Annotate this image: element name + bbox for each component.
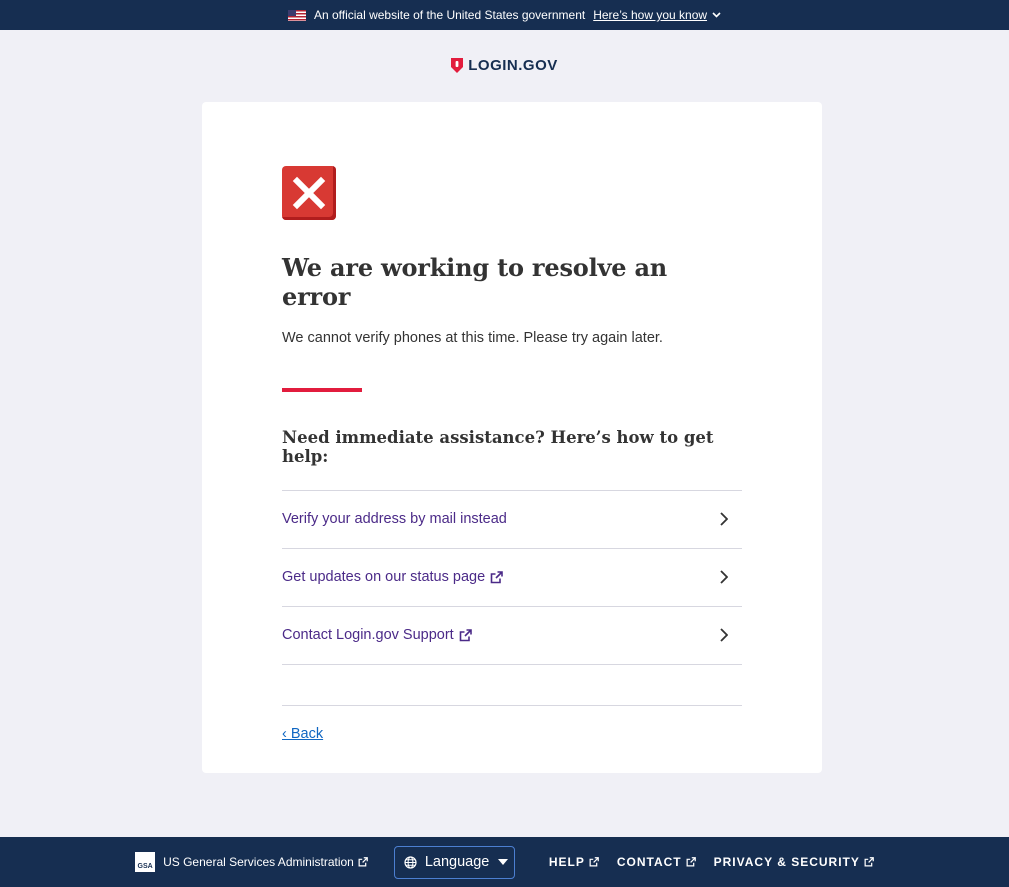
external-link-icon — [459, 628, 472, 641]
site-footer: GSA US General Services Administration L… — [0, 837, 1009, 887]
us-flag-icon — [287, 9, 306, 21]
error-x-icon — [282, 166, 336, 220]
help-item-contact-support[interactable]: Contact Login.gov Support — [282, 607, 742, 665]
chevron-right-icon — [720, 512, 728, 526]
external-link-icon — [358, 857, 368, 867]
error-message: We cannot verify phones at this time. Pl… — [282, 329, 663, 346]
login-shield-icon — [451, 58, 464, 73]
accent-divider — [282, 387, 362, 392]
external-link-icon — [864, 857, 874, 867]
help-heading: Need immediate assistance? Here’s how to… — [282, 427, 714, 466]
page-title: We are working to resolve an error — [282, 253, 668, 311]
external-link-icon — [490, 570, 503, 583]
gsa-link[interactable]: GSA US General Services Administration — [135, 852, 368, 872]
gov-banner: An official website of the United States… — [0, 0, 1009, 30]
login-gov-logo[interactable]: LOGIN.GOV — [0, 57, 1009, 74]
footer-link-contact[interactable]: CONTACT — [617, 855, 696, 869]
footer-link-help[interactable]: HELP — [549, 855, 599, 869]
external-link-icon — [686, 857, 696, 867]
language-button[interactable]: Language — [393, 845, 515, 879]
footer-link-label: PRIVACY & SECURITY — [713, 855, 860, 869]
help-item-status-page[interactable]: Get updates on our status page — [282, 549, 742, 607]
back-link[interactable]: ‹ Back — [282, 726, 323, 742]
gsa-label: US General Services Administration — [163, 855, 354, 869]
caret-down-icon — [498, 859, 509, 865]
globe-icon — [404, 855, 417, 869]
help-item-label: Verify your address by mail instead — [282, 511, 507, 528]
logo-wordmark: LOGIN.GOV — [468, 57, 558, 74]
external-link-icon — [589, 857, 599, 867]
help-item-label: Contact Login.gov Support — [282, 627, 454, 644]
section-divider — [282, 704, 742, 706]
footer-link-label: CONTACT — [616, 855, 682, 869]
chevron-down-icon — [712, 12, 721, 18]
official-site-text: An official website of the United States… — [313, 8, 586, 22]
help-item-verify-by-mail[interactable]: Verify your address by mail instead — [282, 491, 742, 549]
chevron-right-icon — [720, 570, 728, 584]
chevron-right-icon — [720, 628, 728, 642]
gsa-logo: GSA — [135, 852, 156, 872]
card-content: We are working to resolve an error We ca… — [282, 166, 742, 743]
how-you-know-label: Here’s how you know — [593, 8, 708, 22]
error-card: We are working to resolve an error We ca… — [202, 102, 822, 773]
language-label: Language — [424, 854, 490, 870]
footer-link-label: HELP — [548, 855, 585, 869]
how-you-know-toggle[interactable]: Here’s how you know — [593, 8, 721, 22]
footer-link-privacy[interactable]: PRIVACY & SECURITY — [714, 855, 874, 869]
help-options-list: Verify your address by mail instead Get … — [282, 489, 742, 665]
help-item-label: Get updates on our status page — [282, 569, 486, 586]
